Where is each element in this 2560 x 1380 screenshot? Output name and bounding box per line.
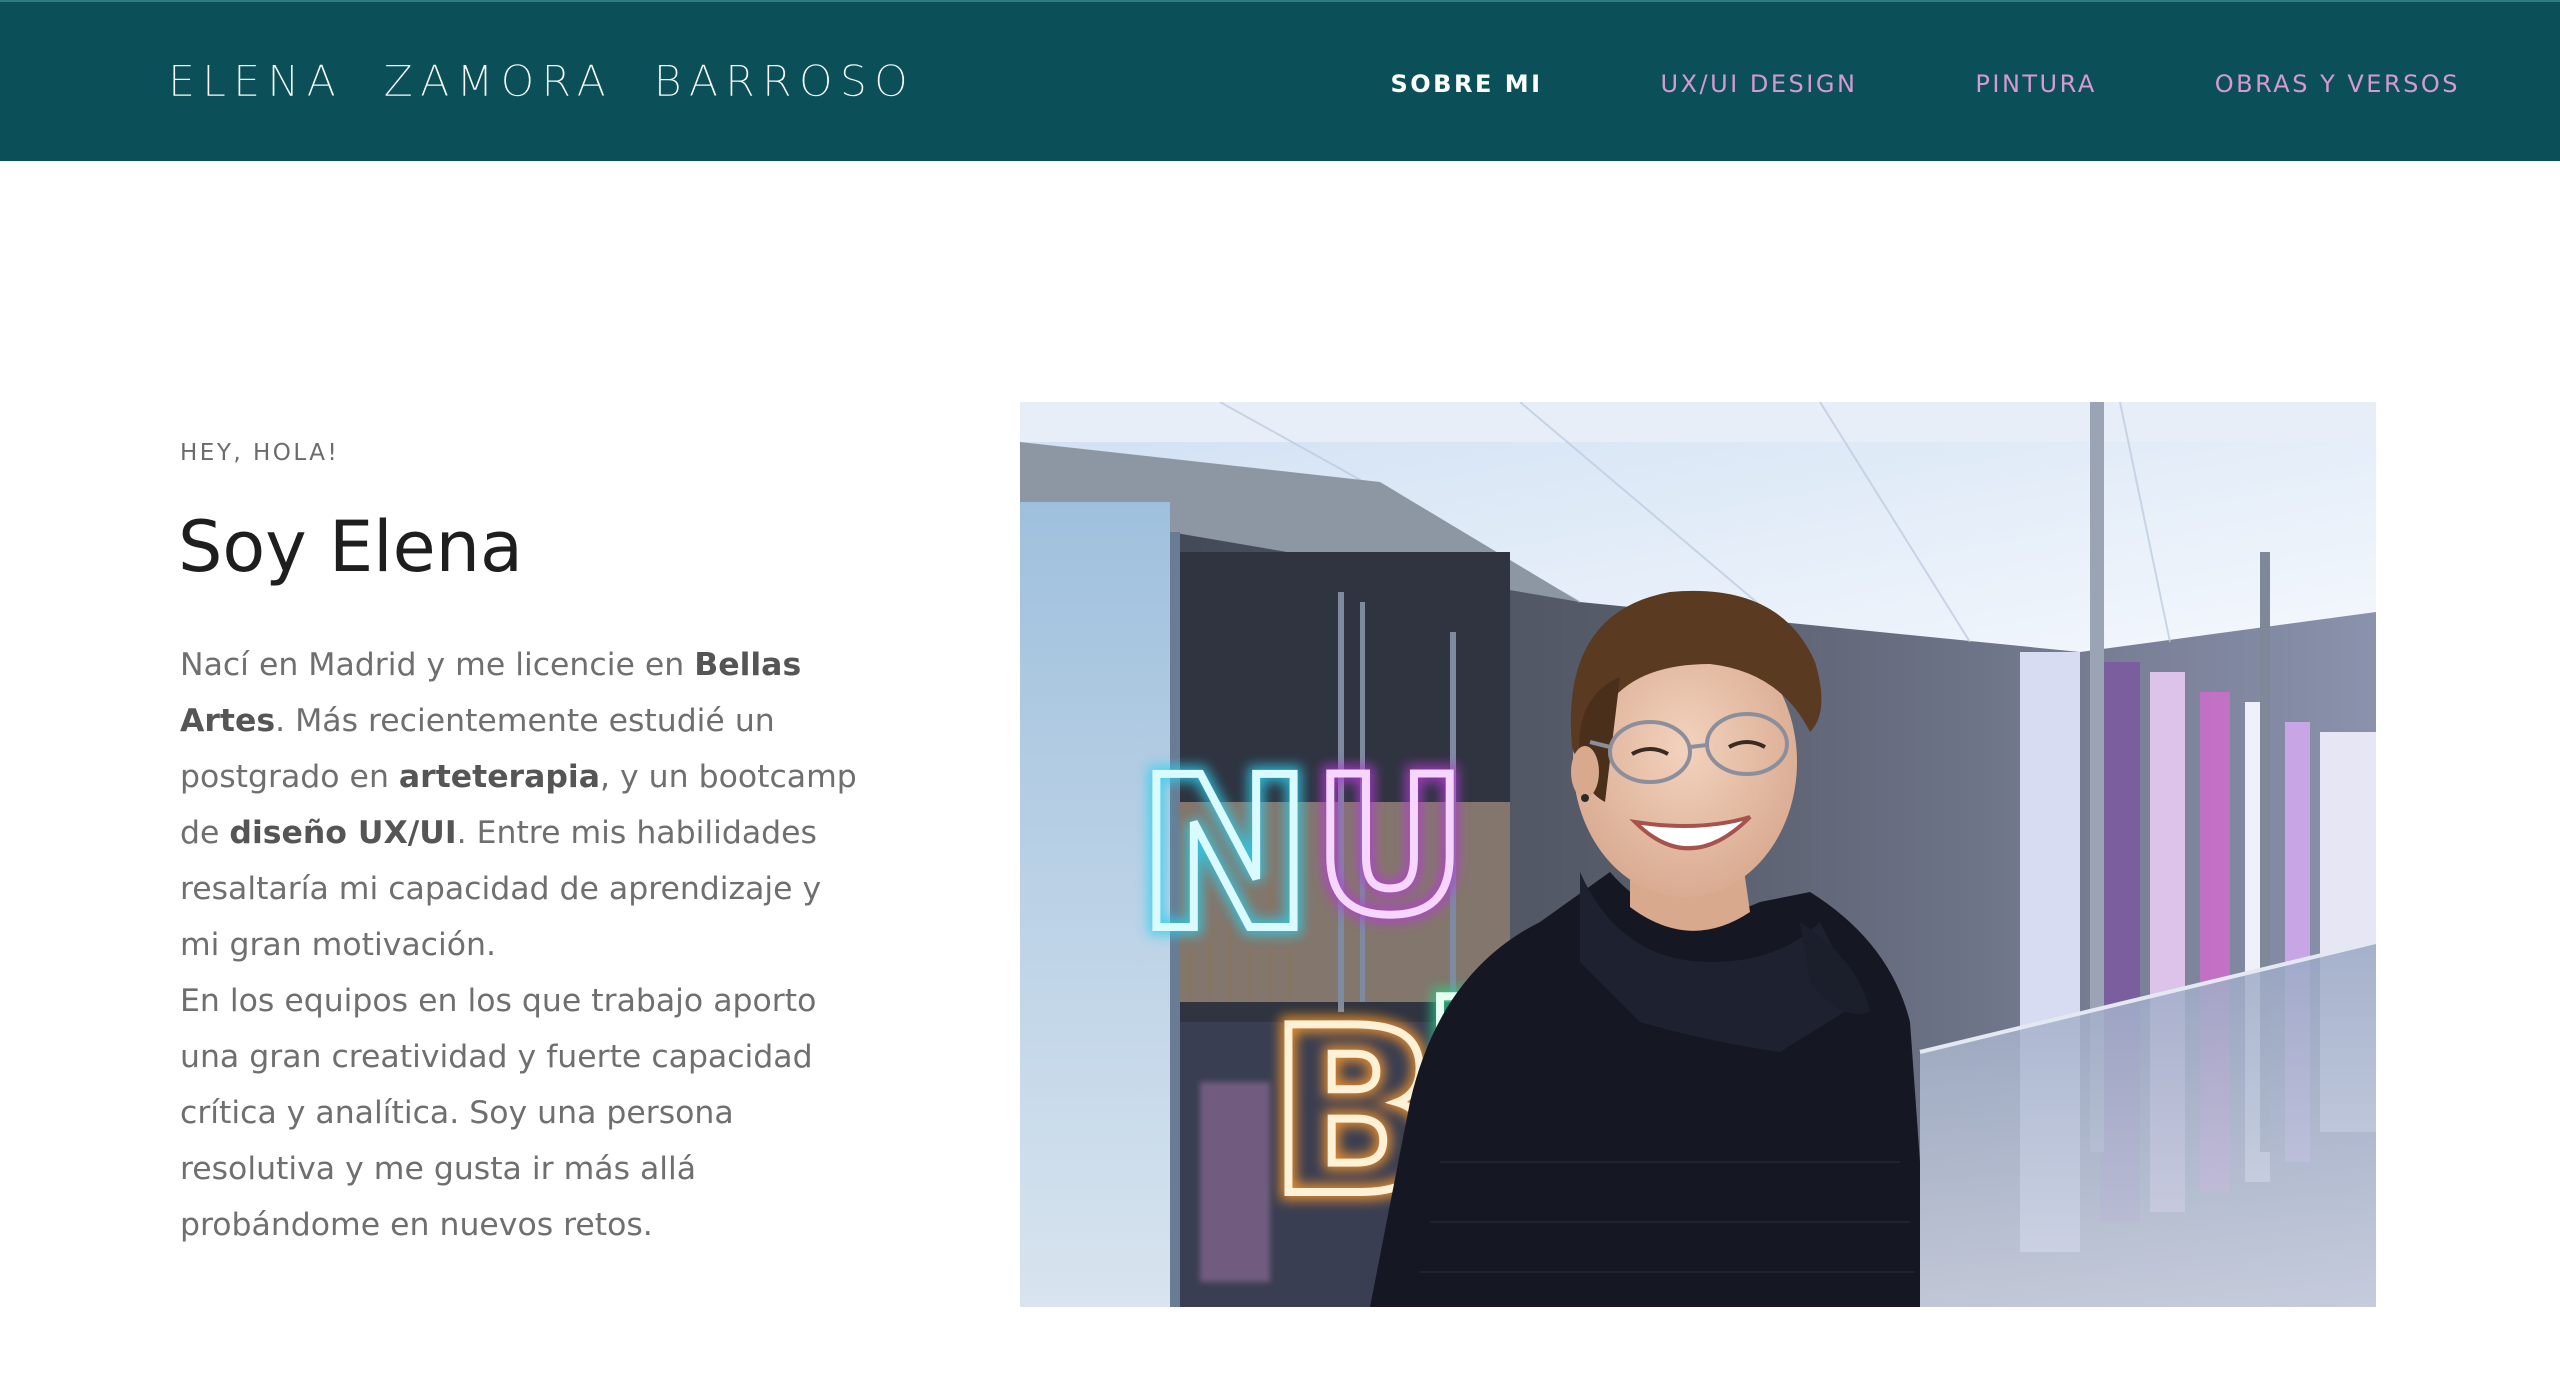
nav-sobre-mi[interactable]: SOBRE MI xyxy=(1390,70,1542,98)
neon-letter-u-core: U xyxy=(1313,736,1467,957)
site-logo[interactable]: ELENA ZAMORA BARROSO xyxy=(168,56,915,108)
neon-letter-n-core: N xyxy=(1137,732,1313,977)
nav-ux-ui-design[interactable]: UX/UI DESIGN xyxy=(1661,70,1858,98)
portrait-photo: N N U U B B E E xyxy=(1020,402,2376,1307)
bio-text: Nací en Madrid y me licencie en Bellas A… xyxy=(180,637,860,1253)
main-nav: SOBRE MI UX/UI DESIGN PINTURA OBRAS Y VE… xyxy=(1390,64,2460,104)
site-header: ELENA ZAMORA BARROSO SOBRE MI UX/UI DESI… xyxy=(0,0,2560,161)
nav-obras-y-versos[interactable]: OBRAS Y VERSOS xyxy=(2215,70,2460,98)
bio-highlight-ux-ui: diseño UX/UI xyxy=(229,815,457,851)
bio-text-1: Nací en Madrid y me licencie en xyxy=(180,647,695,683)
intro-eyebrow: HEY, HOLA! xyxy=(180,440,340,466)
page-title: Soy Elena xyxy=(178,506,523,588)
bio-highlight-arteterapia: arteterapia xyxy=(398,759,600,795)
nav-pintura[interactable]: PINTURA xyxy=(1975,70,2096,98)
bio-paragraph-2: En los equipos en los que trabajo aporto… xyxy=(180,983,817,1243)
